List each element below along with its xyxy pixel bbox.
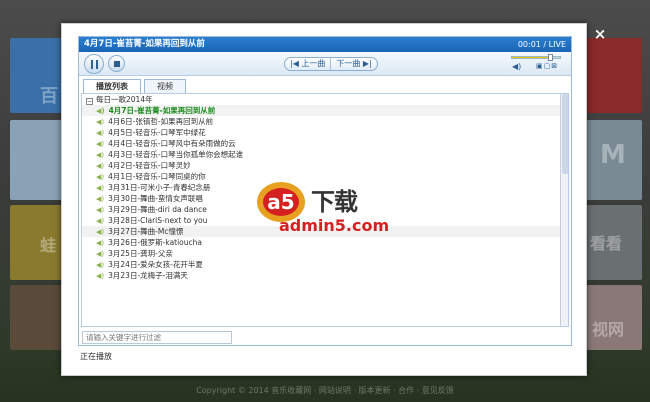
scroll-thumb[interactable] xyxy=(562,94,568,174)
speaker-icon: ◀) xyxy=(96,107,105,115)
volume-knob[interactable] xyxy=(548,54,554,61)
speaker-icon: ◀) xyxy=(96,272,105,280)
track-nav: |◀ 上一曲 下一曲 ▶| xyxy=(284,57,378,71)
playlist-item-label: 3月30日-舞曲-蛮情女声联唱 xyxy=(108,194,203,203)
speaker-icon: ◀) xyxy=(96,250,105,258)
playlist-item[interactable]: ◀) 3月23日-龙梅子-泪满天 xyxy=(82,270,568,281)
tab-playlist[interactable]: 播放列表 xyxy=(83,79,141,94)
filter-input[interactable] xyxy=(82,331,232,344)
playlist-item[interactable]: ◀) 4月4日-轻音乐-口琴风中有朵雨做的云 xyxy=(82,138,568,149)
playlist-item[interactable]: ◀) 4月5日-轻音乐-口琴军中绿花 xyxy=(82,127,568,138)
player-title-bar: 4月7日-崔苔菁-如果再回到从前 00:01 / LIVE xyxy=(79,37,571,52)
speaker-icon: ◀) xyxy=(96,118,105,126)
playlist-item-label: 4月6日-张镐哲-如果再回到从前 xyxy=(108,117,214,126)
tab-video[interactable]: 视频 xyxy=(144,79,186,93)
speaker-icon: ◀) xyxy=(96,228,105,236)
playlist-item[interactable]: ◀) 4月3日-轻音乐-口琴当你孤单你会想起谁 xyxy=(82,149,568,160)
playlist-item-label: 3月26日-俄罗斯-katioucha xyxy=(108,238,202,247)
now-playing-title: 4月7日-崔苔菁-如果再回到从前 xyxy=(84,39,205,49)
stop-button[interactable] xyxy=(108,55,125,72)
next-label: 下一曲 xyxy=(336,59,361,68)
playlist-item-label: 4月1日-轻音乐-口琴同桌的你 xyxy=(108,172,206,181)
collapse-icon[interactable]: − xyxy=(86,98,93,105)
next-track-button[interactable]: 下一曲 ▶| xyxy=(330,58,376,70)
playlist-item-label: 3月27日-舞曲-Mc憧憬 xyxy=(108,227,184,236)
playlist-item[interactable]: ◀) 4月7日-崔苔菁-如果再回到从前 xyxy=(82,105,568,116)
watermark-cn: 下载 xyxy=(311,188,358,216)
speaker-icon: ◀) xyxy=(96,195,105,203)
mode-icons[interactable]: ▣▢⊠ xyxy=(536,62,558,70)
playlist-item-label: 3月29日-舞曲-diri da dance xyxy=(108,205,207,214)
playlist-item[interactable]: ◀) 4月6日-张镐哲-如果再回到从前 xyxy=(82,116,568,127)
svg-text:a5: a5 xyxy=(267,190,294,214)
bg-label: 视网 xyxy=(592,320,625,339)
speaker-icon: ◀) xyxy=(96,140,105,148)
page-footer: Copyright © 2014 音乐收藏网 · 网站说明 · 版本更新 · 合… xyxy=(196,386,454,395)
prev-label: 上一曲 xyxy=(301,59,326,68)
player-controls: |◀ 上一曲 下一曲 ▶| ◀) ▣▢⊠ xyxy=(79,52,571,76)
playlist-item-label: 4月4日-轻音乐-口琴风中有朵雨做的云 xyxy=(108,139,236,148)
stop-icon xyxy=(114,61,120,67)
speaker-icon: ◀) xyxy=(96,184,105,192)
watermark-en: admin5.com xyxy=(279,216,390,235)
prev-track-button[interactable]: |◀ 上一曲 xyxy=(285,58,330,70)
playlist-item-label: 3月31日-可米小子-青春纪念册 xyxy=(108,183,211,192)
speaker-icon: ◀) xyxy=(96,162,105,170)
bg-label: 看看 xyxy=(590,234,623,253)
playlist-item-label: 3月28日-ClariS-next to you xyxy=(108,216,208,225)
group-label: 每日一歌2014年 xyxy=(96,95,153,104)
speaker-icon: ◀) xyxy=(96,217,105,225)
playlist-item[interactable]: ◀) 3月25日-龚玥-父亲 xyxy=(82,248,568,259)
speaker-icon: ◀) xyxy=(96,239,105,247)
bg-label: 蛙 xyxy=(40,236,57,255)
pause-icon xyxy=(91,60,98,69)
bg-label: M xyxy=(600,140,626,170)
bg-tile xyxy=(10,38,68,113)
playback-time: 00:01 / LIVE xyxy=(517,40,566,49)
playlist-item[interactable]: ◀) 3月24日-爱朵女孩-花开半夏 xyxy=(82,259,568,270)
speaker-icon: ◀) xyxy=(96,173,105,181)
volume-slider[interactable] xyxy=(511,54,561,61)
close-button[interactable]: × xyxy=(592,26,608,42)
player-tabs: 播放列表 视频 xyxy=(83,79,189,94)
speaker-icon[interactable]: ◀) xyxy=(512,62,521,71)
bg-tile xyxy=(10,205,68,280)
playlist-item-label: 3月23日-龙梅子-泪满天 xyxy=(108,271,188,280)
playlist-group[interactable]: − 每日一歌2014年 xyxy=(82,94,568,105)
playlist-item-label: 4月7日-崔苔菁-如果再回到从前 xyxy=(108,106,216,115)
volume-fill xyxy=(512,57,552,58)
playlist-item-label: 4月5日-轻音乐-口琴军中绿花 xyxy=(108,128,206,137)
playlist-item-label: 4月3日-轻音乐-口琴当你孤单你会想起谁 xyxy=(108,150,244,159)
playlist-item-label: 3月25日-龚玥-父亲 xyxy=(108,249,173,258)
speaker-icon: ◀) xyxy=(96,151,105,159)
playlist-item[interactable]: ◀) 3月26日-俄罗斯-katioucha xyxy=(82,237,568,248)
speaker-icon: ◀) xyxy=(96,261,105,269)
speaker-icon: ◀) xyxy=(96,206,105,214)
bg-tile xyxy=(10,120,68,200)
playlist-scrollbar[interactable] xyxy=(560,94,568,326)
status-text: 正在播放 xyxy=(80,352,112,361)
pause-button[interactable] xyxy=(84,54,104,74)
bg-tile xyxy=(580,38,642,113)
speaker-icon: ◀) xyxy=(96,129,105,137)
bg-label: 百 xyxy=(40,86,58,107)
bg-tile xyxy=(10,285,68,350)
playlist-item-label: 3月24日-爱朵女孩-花开半夏 xyxy=(108,260,203,269)
watermark: a5 下载 admin5.com xyxy=(255,170,395,235)
playlist-item-label: 4月2日-轻音乐-口琴灵妙 xyxy=(108,161,191,170)
